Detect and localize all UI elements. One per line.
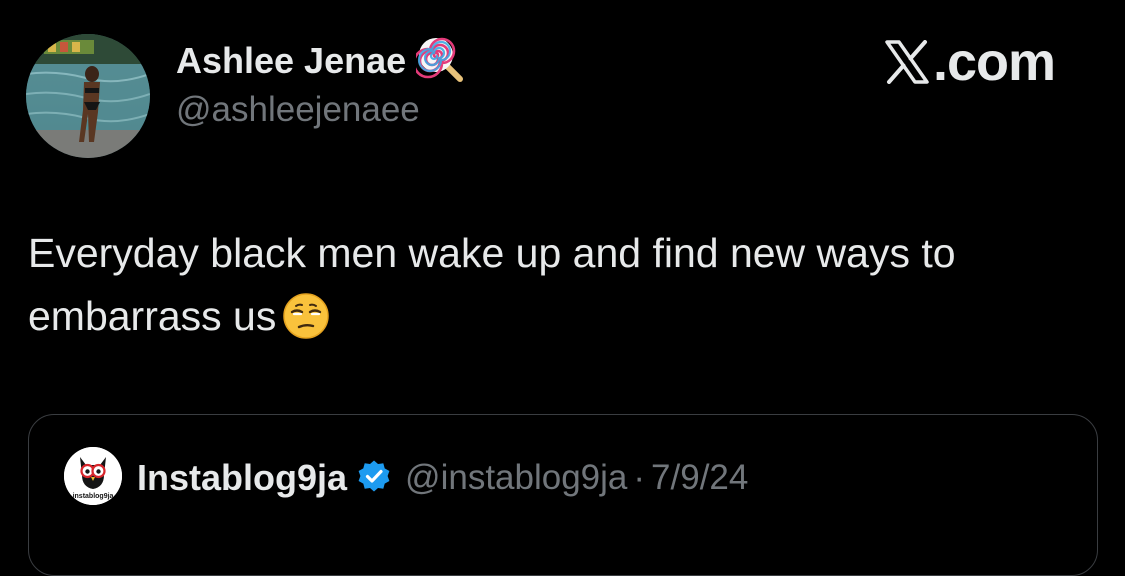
- svg-text:instablog9ja: instablog9ja: [73, 493, 114, 500]
- quoted-header-row: Instablog9ja @instablog9ja · 7/9/24: [137, 453, 748, 503]
- x-com-text: .com: [933, 32, 1056, 92]
- x-logo-icon: [885, 40, 929, 84]
- quoted-handle[interactable]: @instablog9ja: [405, 458, 627, 498]
- quoted-display-name[interactable]: Instablog9ja: [137, 457, 347, 499]
- quoted-date[interactable]: 7/9/24: [651, 458, 748, 498]
- avatar-photo: [26, 34, 150, 158]
- author-handle[interactable]: @ashleejenaee: [176, 90, 420, 130]
- tweet-card: Ashlee Jenae @ashleejenaee .com Everyday…: [0, 0, 1125, 576]
- author-name-row: Ashlee Jenae: [176, 37, 464, 84]
- author-avatar[interactable]: [26, 34, 150, 158]
- quoted-tweet-card[interactable]: instablog9ja Instablog9ja @instablog9ja …: [28, 414, 1098, 576]
- x-com-branding[interactable]: .com: [885, 32, 1056, 92]
- tweet-text: Everyday black men wake up and find new …: [28, 230, 956, 339]
- owl-logo-icon: instablog9ja: [64, 447, 122, 505]
- separator-dot: ·: [633, 458, 646, 497]
- lollipop-icon: [412, 35, 464, 88]
- tweet-text-block: Everyday black men wake up and find new …: [28, 222, 1098, 358]
- quoted-author-avatar[interactable]: instablog9ja: [64, 447, 122, 505]
- verified-badge-icon: [357, 459, 391, 498]
- unamused-face-emoji: [282, 292, 330, 358]
- author-display-name[interactable]: Ashlee Jenae: [176, 40, 406, 82]
